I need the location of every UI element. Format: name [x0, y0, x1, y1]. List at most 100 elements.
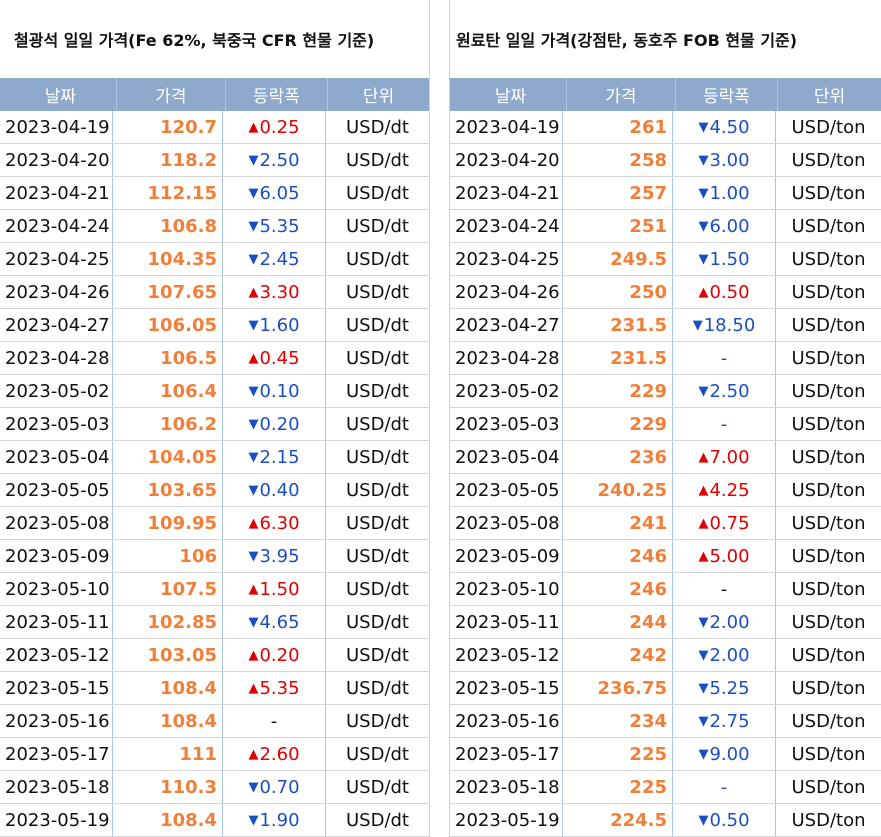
price-cell: 251: [563, 210, 673, 242]
price-cell: 106: [113, 540, 223, 572]
change-value: 0.10: [259, 380, 300, 402]
price-cell: 107.65: [113, 276, 223, 308]
table-row: 2023-04-28 231.5 - USD/ton: [450, 342, 881, 375]
unit-cell: USD/ton: [791, 479, 866, 501]
price-cell: 257: [563, 177, 673, 209]
header-unit: 단위: [813, 87, 846, 107]
unit-cell: USD/ton: [791, 710, 866, 732]
table-row: 2023-05-05 240.25 ▲ 4.25 USD/ton: [450, 474, 881, 507]
change-value: 2.00: [709, 611, 750, 633]
unit-cell: USD/ton: [791, 743, 866, 765]
date-cell: 2023-05-19: [0, 804, 113, 836]
unit-cell: USD/dt: [345, 380, 409, 402]
date-cell: 2023-04-19: [0, 111, 113, 143]
iron-ore-table-header: 날짜 가격 등락폭 단위: [0, 78, 429, 111]
unit-cell: USD/dt: [345, 182, 409, 204]
unit-cell: USD/ton: [791, 446, 866, 468]
unit-cell: USD/ton: [791, 182, 866, 204]
header-price: 가격: [567, 78, 676, 111]
triangle-down-icon: ▼: [248, 251, 259, 267]
change-cell: ▼ 9.00: [673, 738, 776, 770]
table-row: 2023-04-24 251 ▼ 6.00 USD/ton: [450, 210, 881, 243]
iron-ore-panel: 철광석 일일 가격(Fe 62%, 북중국 CFR 현물 기준) 날짜 가격 등…: [0, 0, 429, 837]
triangle-down-icon: ▼: [248, 482, 259, 498]
unit-cell: USD/dt: [345, 281, 409, 303]
change-value: 9.00: [709, 743, 750, 765]
change-value: -: [720, 413, 728, 435]
unit-cell: USD/dt: [345, 347, 409, 369]
triangle-down-icon: ▼: [248, 317, 259, 333]
change-cell: ▼ 3.00: [673, 144, 776, 176]
unit-cell: USD/dt: [345, 215, 409, 237]
unit-cell: USD/ton: [791, 248, 866, 270]
triangle-down-icon: ▼: [248, 779, 259, 795]
date-cell: 2023-05-16: [0, 705, 113, 737]
change-cell: ▼ 5.35: [223, 210, 326, 242]
change-cell: ▲ 7.00: [673, 441, 776, 473]
change-value: -: [270, 710, 278, 732]
change-value: 0.70: [259, 776, 300, 798]
change-value: 2.15: [259, 446, 300, 468]
triangle-down-icon: ▼: [698, 152, 709, 168]
change-value: 2.75: [709, 710, 750, 732]
table-row: 2023-05-02 106.4 ▼ 0.10 USD/dt: [0, 375, 429, 408]
date-cell: 2023-05-17: [450, 738, 563, 770]
triangle-up-icon: ▲: [698, 284, 709, 300]
table-row: 2023-05-15 236.75 ▼ 5.25 USD/ton: [450, 672, 881, 705]
change-cell: ▼ 4.65: [223, 606, 326, 638]
date-cell: 2023-04-24: [0, 210, 113, 242]
table-row: 2023-05-11 102.85 ▼ 4.65 USD/dt: [0, 606, 429, 639]
change-cell: ▲ 4.25: [673, 474, 776, 506]
unit-cell: USD/dt: [345, 116, 409, 138]
change-value: 3.00: [709, 149, 750, 171]
change-cell: -: [673, 342, 776, 374]
change-cell: ▼ 4.50: [673, 111, 776, 143]
triangle-down-icon: ▼: [698, 218, 709, 234]
price-cell: 108.4: [113, 672, 223, 704]
price-cell: 229: [563, 375, 673, 407]
table-row: 2023-05-04 104.05 ▼ 2.15 USD/dt: [0, 441, 429, 474]
price-cell: 250: [563, 276, 673, 308]
date-cell: 2023-04-21: [450, 177, 563, 209]
change-cell: ▼ 2.75: [673, 705, 776, 737]
table-row: 2023-05-09 246 ▲ 5.00 USD/ton: [450, 540, 881, 573]
price-cell: 241: [563, 507, 673, 539]
table-row: 2023-05-08 241 ▲ 0.75 USD/ton: [450, 507, 881, 540]
triangle-down-icon: ▼: [698, 746, 709, 762]
date-cell: 2023-04-26: [0, 276, 113, 308]
change-value: 1.90: [259, 809, 300, 831]
unit-cell: USD/dt: [345, 776, 409, 798]
triangle-up-icon: ▲: [698, 482, 709, 498]
unit-cell: USD/dt: [345, 314, 409, 336]
date-cell: 2023-05-18: [450, 771, 563, 803]
header-date: 날짜: [450, 78, 567, 111]
unit-cell: USD/ton: [791, 578, 866, 600]
change-cell: ▼ 0.20: [223, 408, 326, 440]
price-cell: 112.15: [113, 177, 223, 209]
table-row: 2023-05-18 110.3 ▼ 0.70 USD/dt: [0, 771, 429, 804]
panel-divider: [429, 0, 450, 837]
change-cell: ▲ 5.00: [673, 540, 776, 572]
triangle-down-icon: ▼: [248, 185, 259, 201]
triangle-up-icon: ▲: [248, 647, 259, 663]
table-row: 2023-04-20 118.2 ▼ 2.50 USD/dt: [0, 144, 429, 177]
change-value: -: [720, 776, 728, 798]
price-cell: 104.05: [113, 441, 223, 473]
triangle-up-icon: ▲: [248, 680, 259, 696]
triangle-up-icon: ▲: [698, 548, 709, 564]
change-value: 0.50: [709, 281, 750, 303]
change-cell: -: [673, 573, 776, 605]
change-value: 5.25: [709, 677, 750, 699]
date-cell: 2023-05-19: [450, 804, 563, 836]
price-cell: 246: [563, 540, 673, 572]
change-value: 1.50: [259, 578, 300, 600]
unit-cell: USD/ton: [791, 149, 866, 171]
change-value: 0.20: [259, 644, 300, 666]
change-cell: ▼ 2.50: [673, 375, 776, 407]
price-cell: 110.3: [113, 771, 223, 803]
unit-cell: USD/dt: [345, 611, 409, 633]
table-row: 2023-04-21 257 ▼ 1.00 USD/ton: [450, 177, 881, 210]
change-value: 18.50: [703, 314, 756, 336]
price-cell: 240.25: [563, 474, 673, 506]
table-row: 2023-04-26 250 ▲ 0.50 USD/ton: [450, 276, 881, 309]
